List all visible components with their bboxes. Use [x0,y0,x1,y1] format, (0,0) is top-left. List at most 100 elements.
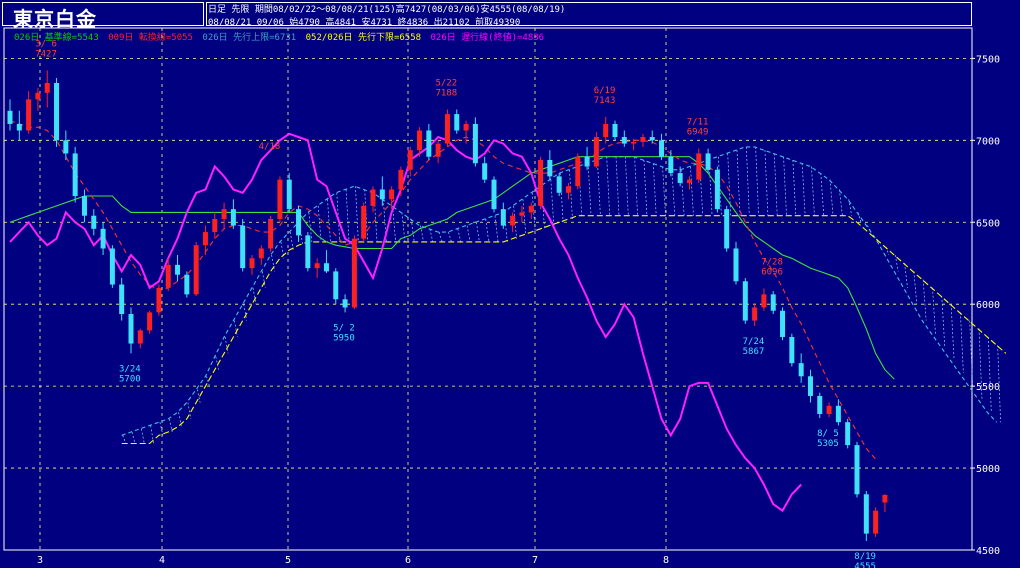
annotation-date: 6/19 [594,86,616,96]
candle-body [16,123,22,131]
candle-body [472,123,478,164]
cloud-hatch [327,199,331,242]
candle-body [305,235,311,269]
candle-body [519,212,525,216]
candle-body [807,376,813,396]
candle-body [277,179,283,219]
cloud-hatch [755,146,759,216]
cloud-hatch [606,156,611,216]
cloud-hatch [773,153,778,216]
candle-body [44,82,50,93]
x-tick-label: 4 [159,555,165,566]
candle-body [296,209,302,236]
candle-body [444,114,450,144]
annotation-price: 7143 [594,96,616,106]
candle-body [342,299,348,308]
annotation-date: 7/28 [761,257,783,267]
cloud-hatch [438,231,443,243]
annotation-date: 7/24 [743,337,765,347]
annotation-date: 5/22 [435,79,457,89]
candle-body [575,156,581,187]
y-tick-label: 7000 [976,136,1000,147]
candle-body [435,143,441,157]
candle-body [398,169,404,190]
cloud-hatch [355,186,359,242]
cloud-hatch [662,166,666,216]
cloud-hatch [690,166,694,216]
annotation-price: 5305 [817,439,839,449]
y-tick-label: 7500 [976,54,1000,65]
candle-body [547,159,553,177]
candle-body [156,287,162,313]
y-tick-label: 6500 [976,218,1000,229]
candle-body [649,137,655,141]
candle-body [463,123,469,131]
cloud-hatch [811,166,815,216]
cloud-hatch [643,159,648,216]
candle-body [417,130,423,151]
candle-body [100,228,106,249]
candle-body [696,153,702,180]
candle-body [351,238,357,308]
candle-body [249,258,255,269]
cloud-hatch [783,156,787,216]
candle-body [733,248,739,282]
x-tick-label: 5 [285,555,291,566]
candle-body [538,159,544,206]
cloud-hatch [476,222,480,242]
candle-body [612,123,618,138]
candle-body [323,263,329,272]
candle-body [454,114,460,131]
annotation-date: 8/19 [854,552,876,562]
candle-body [389,189,395,200]
annotation-price: 6096 [761,267,783,277]
candle-body [7,110,13,124]
candle-body [240,225,246,269]
cloud-hatch [457,228,462,243]
y-tick-label: 5000 [976,464,1000,475]
cloud-hatch [624,156,629,216]
cloud-hatch [122,435,127,444]
candle-body [631,141,637,144]
annotation-date: 8/ 5 [817,429,839,439]
candle-body [603,123,609,138]
candle-body [72,153,78,197]
cloud-hatch [429,228,434,243]
candle-body [798,363,804,377]
candle-body [659,140,665,157]
annotation-date: 7/11 [687,118,709,128]
ichimoku-chart: 4500 5000 5500 6000 6500 7000 7500 3 4 5 6 7 8 3/ 674… [3,27,1007,568]
annotation-price: 5867 [743,347,765,357]
candle-body [593,137,599,167]
cloud-hatch [652,163,657,216]
candle-body [510,215,516,226]
candle-body [584,156,590,167]
candle-body [165,264,171,288]
candle-body [202,232,208,246]
cloud-hatch [634,156,638,216]
candle-body [212,218,218,233]
candle-body [863,494,869,534]
candle-body [761,294,767,308]
candle-body [742,281,748,321]
cloud-hatch [913,271,918,305]
candle-body [137,330,143,344]
cloud-hatch [569,169,573,220]
candle-body [128,314,134,344]
candle-body [119,284,125,315]
annotation-date: 4/18 [259,142,281,152]
cloud-hatch [550,179,555,226]
candle-body [314,263,320,269]
cloud-hatch [587,163,592,216]
candle-body [370,189,376,206]
cloud-hatch [466,225,471,242]
cloud-hatch [131,431,136,444]
annotation-price: 5700 [119,374,141,384]
cloud-hatch [615,156,620,216]
annotation-price: 7427 [35,49,57,59]
candle-body [621,137,627,144]
cloud-hatch [597,159,601,216]
x-tick-label: 6 [405,555,411,566]
candle-body [780,310,786,337]
candle-body [91,215,97,229]
